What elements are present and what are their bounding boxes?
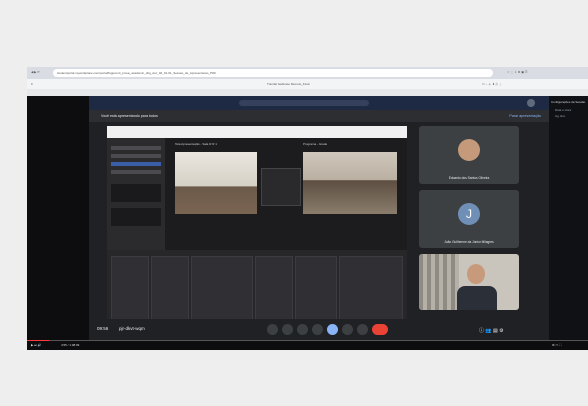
- meet-controls-bar: 09:56 pjr-dkvt-wqm ⓘ 👥 ▤ ⚙: [89, 319, 549, 340]
- shared-screen-obs: Tela Apresentação - Sala R R 1 Programa …: [107, 126, 407, 326]
- stop-presenting-button[interactable]: Parar apresentação: [509, 114, 541, 118]
- camera-button[interactable]: [282, 324, 293, 335]
- emoji-button[interactable]: [312, 324, 323, 335]
- meet-address-field[interactable]: [239, 100, 369, 106]
- dock-audio-mixer: [191, 256, 253, 322]
- leave-call-button[interactable]: [372, 324, 388, 335]
- panel-title: Configurações da Sessão: [551, 100, 586, 104]
- obs-menubar: [107, 126, 407, 138]
- video-screenshot: ◀ ▶ ⟳ studentportal.myworkplace.com/port…: [27, 67, 588, 350]
- meeting-time: 09:56: [97, 326, 109, 331]
- pdf-toolbar: [27, 89, 588, 96]
- raise-hand-button[interactable]: [342, 324, 353, 335]
- avatar: J: [458, 203, 480, 225]
- participant-tile-1[interactable]: Eduardo dos Santos Oliveira: [419, 126, 519, 184]
- participant-tile-2[interactable]: J João Guilherme da Júnior Milagres: [419, 190, 519, 248]
- pdf-tab-strip: ≡ Tutorial Gabinete Remoto_Final ▭ − ＋ ⬇…: [27, 79, 588, 89]
- transition-panel: [261, 168, 301, 206]
- presentation-banner: Você está apresentando para todos Parar …: [89, 110, 549, 122]
- dock-controls: [295, 256, 337, 322]
- url-text: studentportal.myworkplace.com/portal/fsg…: [57, 71, 217, 75]
- captions-button[interactable]: [297, 324, 308, 335]
- toolbar-icons[interactable]: ☆ ⋮ ⇩ ⚙ ▣ ☰: [507, 70, 528, 74]
- program-room-image: [303, 152, 397, 214]
- dock-sources: [151, 256, 189, 322]
- self-view-tile[interactable]: [419, 254, 519, 310]
- more-options-button[interactable]: [357, 324, 368, 335]
- participant-name: Eduardo dos Santos Oliveira: [448, 176, 490, 180]
- video-player-bar: ▶ ⏭ 🔊 4:55 / 1:08:09 ⚙ ▭ ⛶: [27, 340, 588, 350]
- program-title: Programa - Grade: [303, 142, 328, 146]
- meeting-code: pjr-dkvt-wqm: [119, 326, 145, 331]
- url-field[interactable]: studentportal.myworkplace.com/portal/fsg…: [53, 69, 493, 77]
- present-button[interactable]: [327, 324, 338, 335]
- meet-window: Você está apresentando para todos Parar …: [89, 96, 549, 340]
- obs-scenes-panel: [107, 138, 165, 250]
- panel-line-1: Data e Hora: [555, 108, 572, 112]
- dock-transitions: [255, 256, 293, 322]
- dock-scenes: [111, 256, 149, 322]
- participant-tiles: Eduardo dos Santos Oliveira J João Guilh…: [419, 122, 543, 340]
- presenting-label: Você está apresentando para todos: [101, 114, 158, 118]
- preview-room-image: [175, 152, 257, 214]
- player-time: 4:55 / 1:08:09: [61, 343, 80, 347]
- avatar: [458, 139, 480, 161]
- right-side-panel: Configurações da Sessão Data e Hora Ag. …: [549, 96, 588, 340]
- participant-name: João Guilherme da Júnior Milagres: [444, 240, 494, 244]
- scene-title: Tela Apresentação - Sala R R 1: [175, 142, 217, 146]
- tab-title[interactable]: Tutorial Gabinete Remoto_Final: [267, 82, 309, 86]
- progress-fill: [27, 340, 49, 341]
- obs-preview-area: Tela Apresentação - Sala R R 1 Programa …: [165, 138, 407, 250]
- obs-bottom-docks: [107, 250, 407, 326]
- menu-icon[interactable]: ≡: [31, 82, 33, 86]
- microphone-button[interactable]: [267, 324, 278, 335]
- play-controls-icon[interactable]: ▶ ⏭ 🔊: [31, 343, 41, 347]
- dock-stats: [339, 256, 403, 322]
- panel-line-2: Ag. Est.: [555, 114, 566, 118]
- side-controls-icons[interactable]: ⓘ 👥 ▤ ⚙: [479, 327, 504, 334]
- progress-track[interactable]: [27, 340, 588, 341]
- player-settings-icon[interactable]: ⚙ ▭ ⛶: [552, 343, 561, 347]
- nav-buttons-icon[interactable]: ◀ ▶ ⟳: [31, 70, 40, 74]
- meet-topbar: [89, 96, 549, 110]
- zoom-controls-icon[interactable]: ▭ − ＋ ⬇ ⎙ ⋮: [482, 82, 502, 86]
- browser-address-bar: ◀ ▶ ⟳ studentportal.myworkplace.com/port…: [27, 67, 588, 79]
- profile-avatar[interactable]: [527, 99, 535, 107]
